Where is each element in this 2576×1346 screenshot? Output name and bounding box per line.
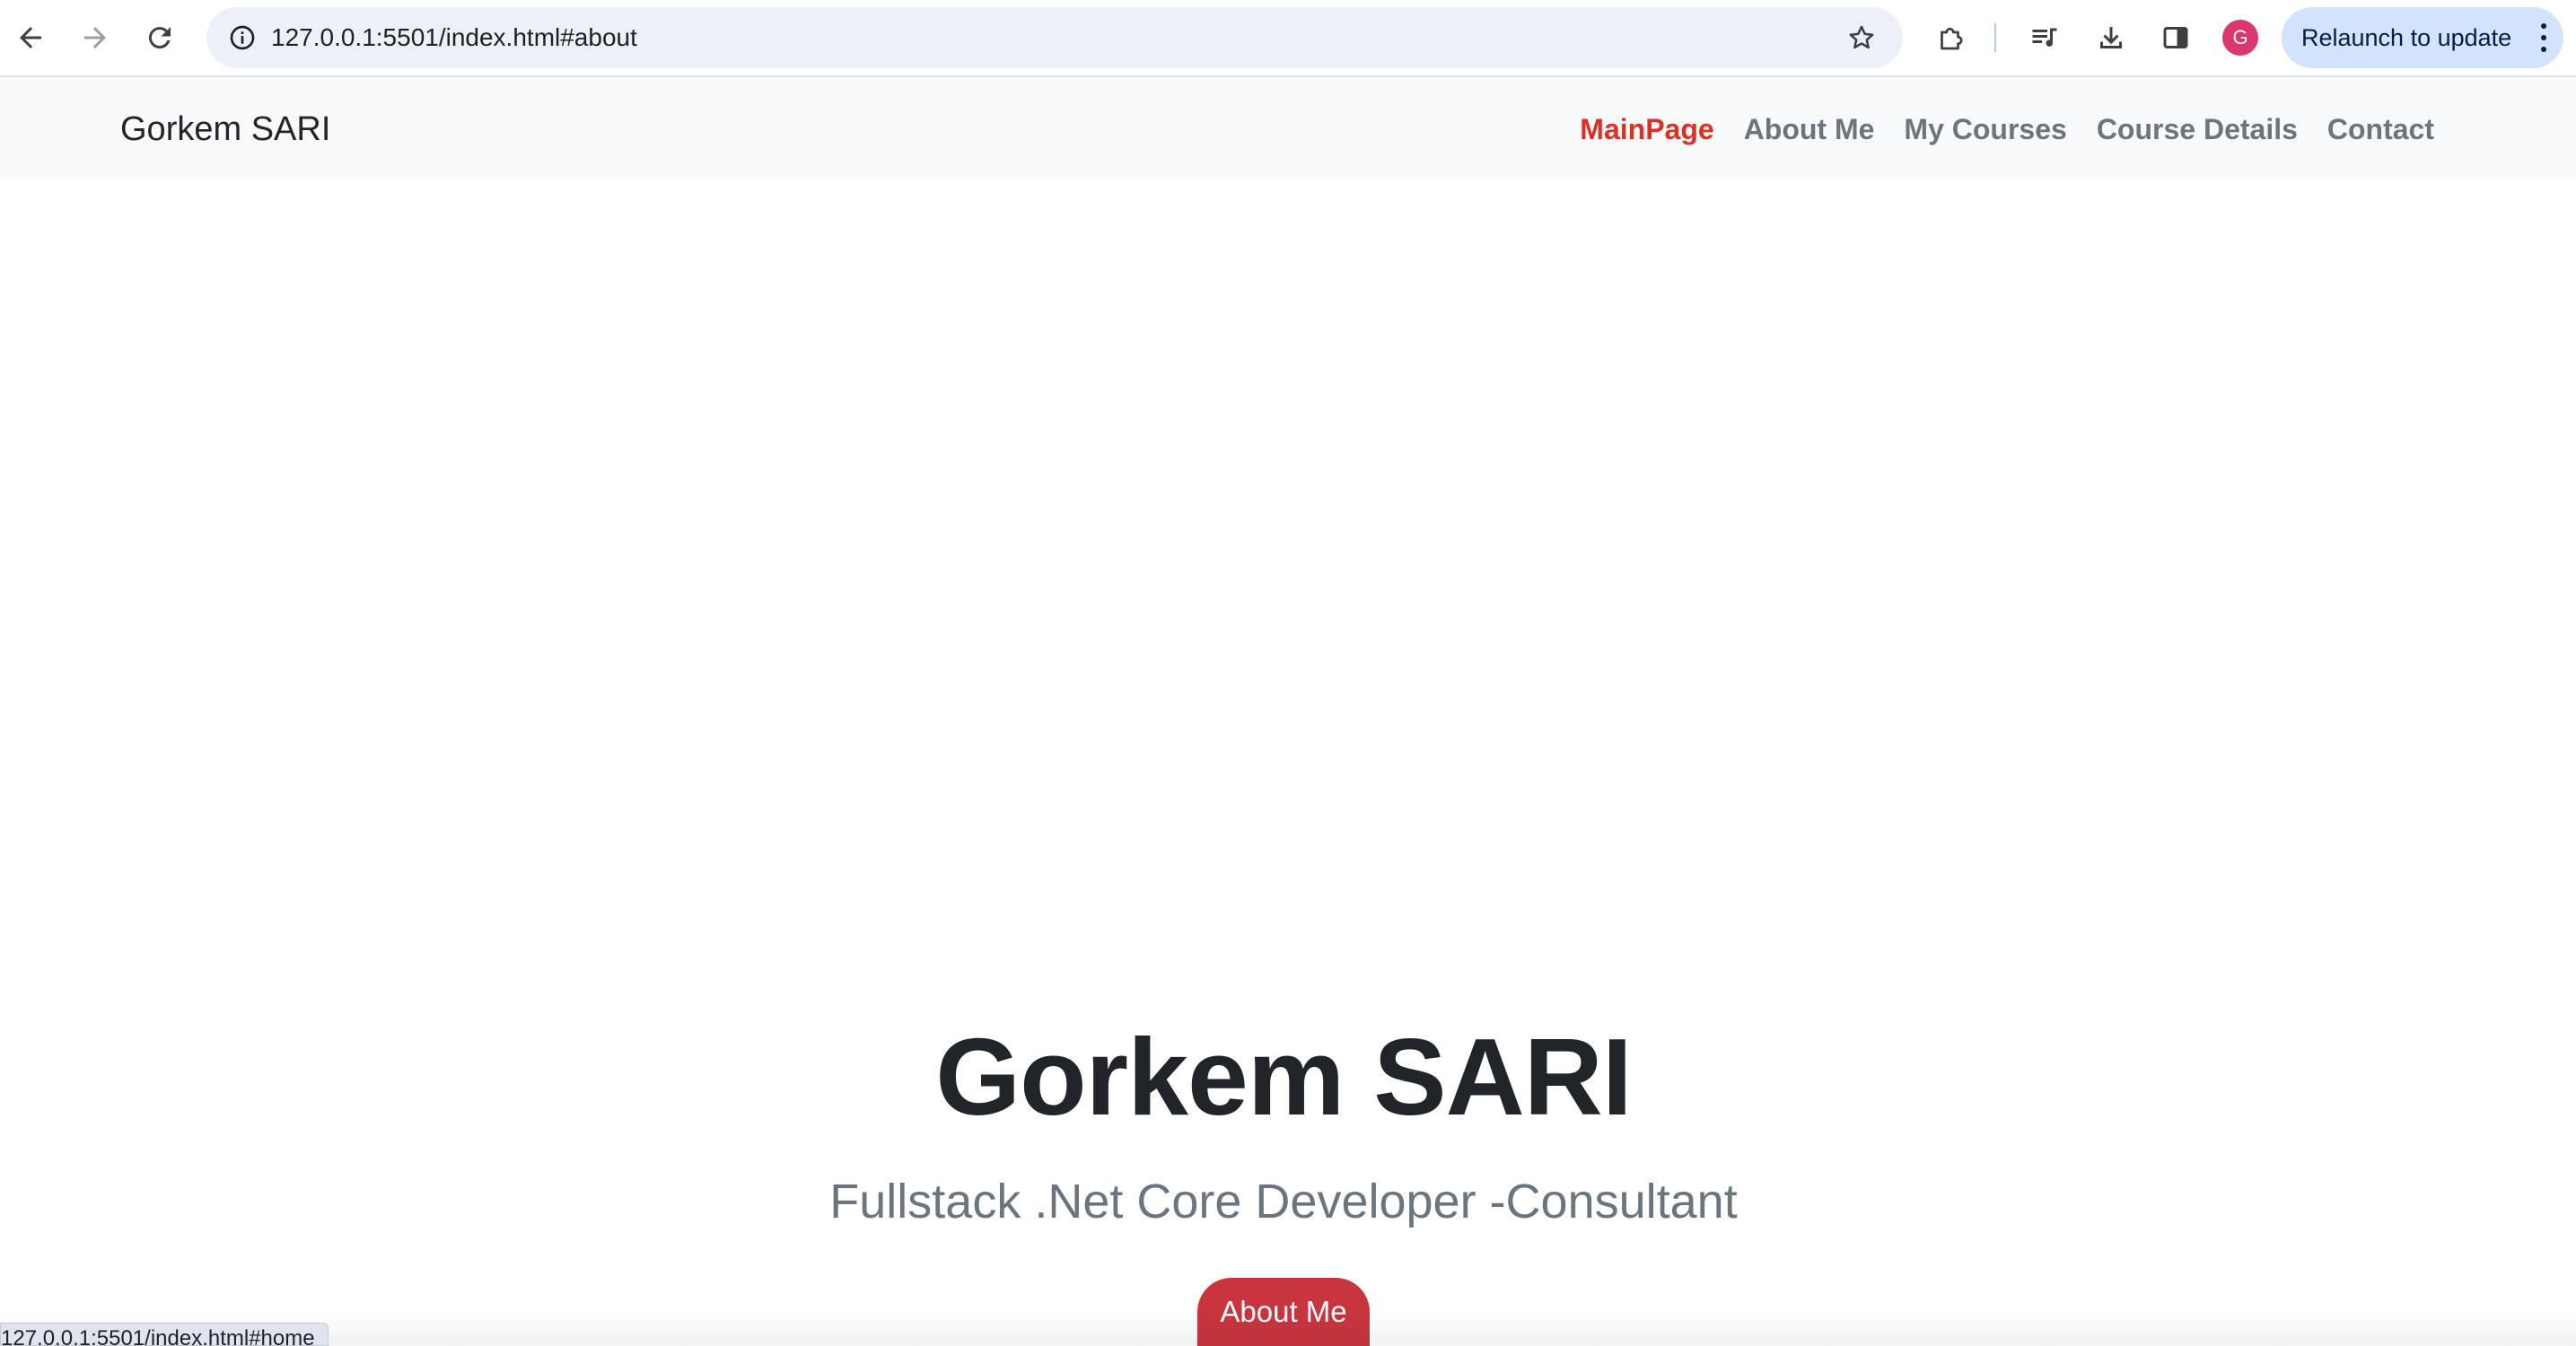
address-bar[interactable]: 127.0.0.1:5501/index.html#about: [206, 7, 1903, 68]
bookmark-star-icon[interactable]: [1842, 18, 1881, 57]
site-info-icon[interactable]: [221, 16, 264, 59]
nav-item-mainpage[interactable]: MainPage: [1580, 113, 1713, 146]
navbar-brand[interactable]: Gorkem SARI: [120, 79, 330, 179]
reload-icon: [148, 27, 171, 49]
hero-title: Gorkem SARI: [935, 1016, 1632, 1138]
nav-item-contact[interactable]: Contact: [2327, 113, 2434, 146]
toolbar-divider: [1994, 23, 1996, 52]
more-vert-icon[interactable]: [2538, 23, 2549, 52]
arrow-left-icon: [20, 27, 41, 48]
site-navbar: Gorkem SARI MainPage About Me My Courses…: [0, 79, 2576, 179]
browser-toolbar: 127.0.0.1:5501/index.html#about G Relaun…: [0, 0, 2576, 77]
forward-button[interactable]: [72, 14, 118, 61]
download-icon: [2100, 27, 2122, 48]
downloads-button[interactable]: [2088, 14, 2134, 61]
relaunch-to-update-button[interactable]: Relaunch to update: [2282, 7, 2563, 68]
about-me-button[interactable]: About Me: [1197, 1278, 1370, 1346]
hero-subtitle: Fullstack .Net Core Developer -Consultan…: [829, 1175, 1738, 1228]
relaunch-label: Relaunch to update: [2301, 24, 2512, 51]
profile-avatar[interactable]: G: [2222, 20, 2258, 56]
arrow-right-icon: [84, 27, 106, 48]
side-panel-button[interactable]: [2152, 14, 2199, 61]
puzzle-icon: [1941, 27, 1963, 50]
back-button[interactable]: [7, 14, 54, 61]
extensions-button[interactable]: [1928, 14, 1975, 61]
queue-music-icon: [2032, 28, 2057, 47]
reload-button[interactable]: [136, 14, 183, 61]
link-status-bubble: 127.0.0.1:5501/index.html#home: [0, 1323, 329, 1346]
nav-item-course-details[interactable]: Course Details: [2097, 113, 2298, 146]
media-controls-button[interactable]: [2021, 14, 2068, 61]
nav-menu: MainPage About Me My Courses Course Deta…: [1580, 79, 2434, 179]
side-panel-icon: [2163, 27, 2188, 48]
address-bar-url[interactable]: 127.0.0.1:5501/index.html#about: [271, 7, 637, 68]
nav-item-my-courses[interactable]: My Courses: [1904, 113, 2066, 146]
nav-item-about-me[interactable]: About Me: [1744, 113, 1875, 146]
